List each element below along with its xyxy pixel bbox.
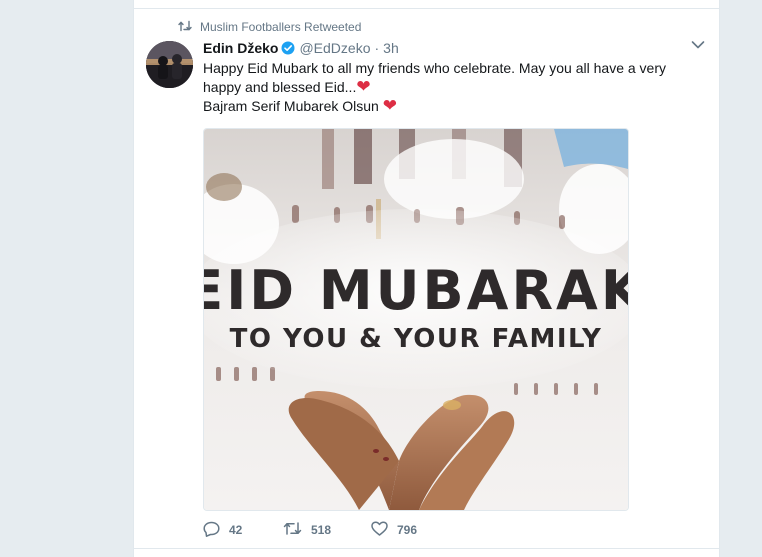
tweet-text: Happy Eid Mubark to all my friends who c… <box>203 59 693 116</box>
tweet-card[interactable]: Muslim Footballers Retweeted Edin Džeko … <box>133 0 720 557</box>
retweet-icon <box>283 521 302 539</box>
retweet-context-label[interactable]: Muslim Footballers Retweeted <box>200 20 361 34</box>
tweet-text-line2: Bajram Serif Mubarek Olsun <box>203 98 379 114</box>
tweet-header: Edin Džeko @EdDzeko · 3h <box>203 39 705 57</box>
retweet-button[interactable]: 518 <box>283 521 371 539</box>
tweet-actions: 42 518 796 <box>203 520 417 540</box>
separator-dot: · <box>374 40 380 56</box>
user-handle[interactable]: @EdDzeko <box>299 40 370 56</box>
like-button[interactable]: 796 <box>371 521 417 539</box>
tweet-text-line1: Happy Eid Mubark to all my friends who c… <box>203 60 666 95</box>
tweet-timestamp[interactable]: 3h <box>383 40 399 56</box>
retweet-count: 518 <box>311 523 332 537</box>
retweet-context[interactable]: Muslim Footballers Retweeted <box>178 19 361 35</box>
image-title-text: EID MUBARAK <box>204 259 628 322</box>
tweet-text-line: Happy Eid Mubark to all my friends who c… <box>203 59 693 97</box>
retweet-icon <box>178 20 192 35</box>
like-count: 796 <box>397 523 418 537</box>
verified-badge-icon <box>281 41 295 55</box>
avatar[interactable] <box>146 41 193 88</box>
heart-emoji-icon: ❤ <box>382 96 397 115</box>
reply-icon <box>203 521 220 540</box>
tweet-text-line: Bajram Serif Mubarek Olsun ❤ <box>203 97 693 116</box>
like-heart-icon <box>371 521 388 539</box>
reply-count: 42 <box>229 523 243 537</box>
heart-emoji-icon: ❤ <box>356 77 371 96</box>
tweet-image[interactable]: EID MUBARAK TO YOU & YOUR FAMILY <box>203 128 629 511</box>
divider <box>134 8 719 9</box>
display-name[interactable]: Edin Džeko <box>203 40 278 56</box>
divider <box>134 548 719 549</box>
chevron-down-icon[interactable] <box>691 40 705 50</box>
reply-button[interactable]: 42 <box>203 521 283 540</box>
image-subtitle-text: TO YOU & YOUR FAMILY <box>230 324 603 354</box>
